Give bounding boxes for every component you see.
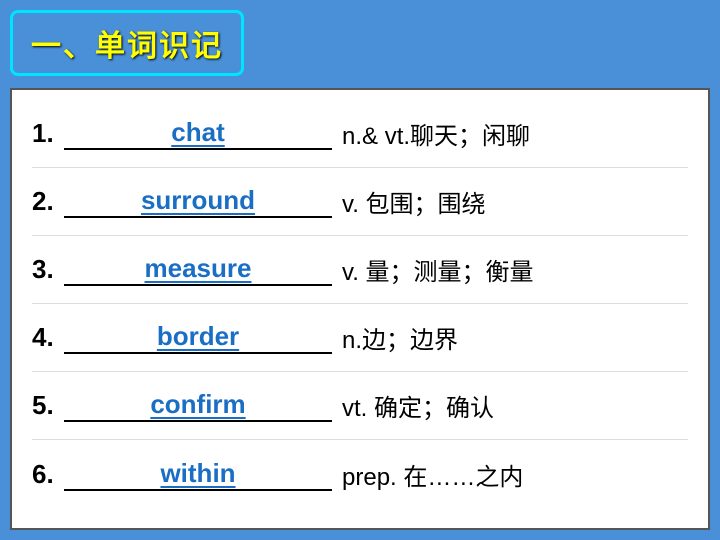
vocab-list-box: 1.chatn.& vt.聊天；闲聊2.surroundv. 包围；围绕3.me…: [10, 88, 710, 530]
vocab-number: 4.: [32, 322, 60, 353]
vocab-word: border: [64, 321, 332, 354]
vocab-left: 1.chat: [32, 117, 332, 150]
vocab-number: 2.: [32, 186, 60, 217]
vocab-definition: prep. 在……之内: [332, 457, 688, 492]
title-box: 一、单词识记: [10, 10, 244, 76]
vocab-word: confirm: [64, 389, 332, 422]
vocab-word: measure: [64, 253, 332, 286]
vocab-left: 2.surround: [32, 185, 332, 218]
vocab-number: 3.: [32, 254, 60, 285]
vocab-word: surround: [64, 185, 332, 218]
vocab-definition: vt. 确定；确认: [332, 388, 688, 423]
vocab-left: 5.confirm: [32, 389, 332, 422]
vocab-word: chat: [64, 117, 332, 150]
table-row: 6.withinprep. 在……之内: [32, 440, 688, 508]
page-title: 一、单词识记: [31, 30, 223, 63]
table-row: 2.surroundv. 包围；围绕: [32, 168, 688, 236]
vocab-word: within: [64, 458, 332, 491]
vocab-left: 6.within: [32, 458, 332, 491]
table-row: 1.chatn.& vt.聊天；闲聊: [32, 100, 688, 168]
vocab-definition: v. 量；测量；衡量: [332, 252, 688, 287]
table-row: 5.confirmvt. 确定；确认: [32, 372, 688, 440]
vocab-definition: n.& vt.聊天；闲聊: [332, 116, 688, 151]
vocab-left: 4.border: [32, 321, 332, 354]
vocab-number: 1.: [32, 118, 60, 149]
vocab-number: 6.: [32, 459, 60, 490]
table-row: 3.measurev. 量；测量；衡量: [32, 236, 688, 304]
vocab-definition: v. 包围；围绕: [332, 184, 688, 219]
vocab-number: 5.: [32, 390, 60, 421]
table-row: 4.bordern.边；边界: [32, 304, 688, 372]
vocab-left: 3.measure: [32, 253, 332, 286]
vocab-definition: n.边；边界: [332, 320, 688, 355]
